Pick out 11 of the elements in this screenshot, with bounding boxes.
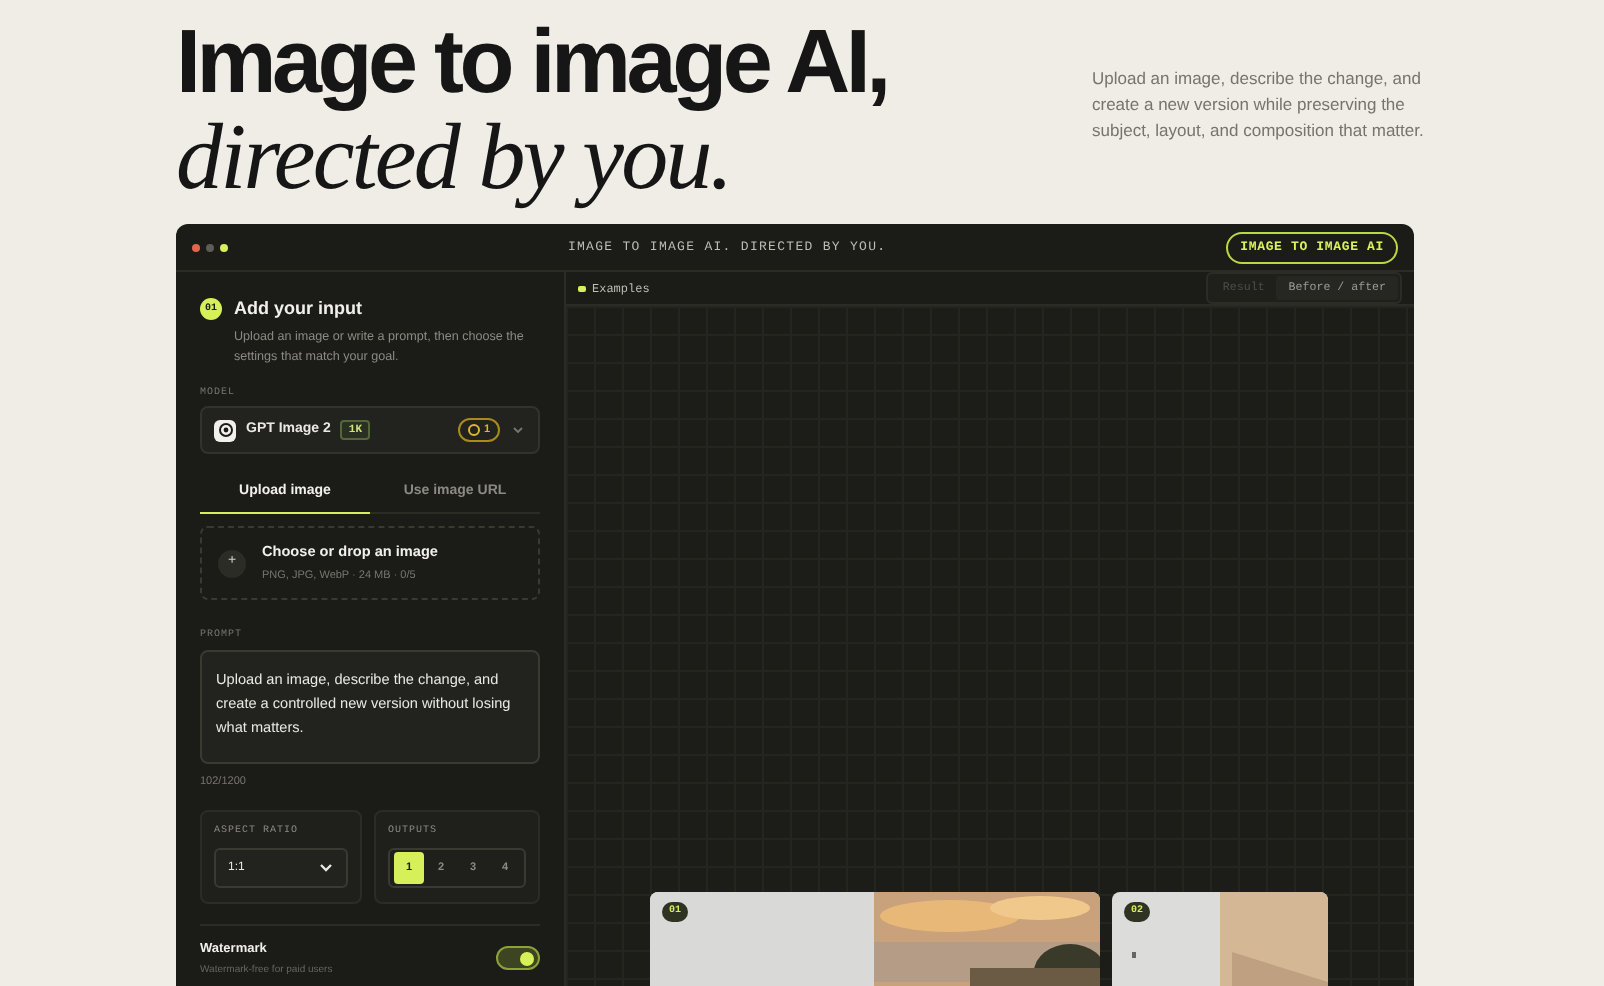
folder-icon bbox=[578, 285, 586, 291]
watermark-toggle[interactable] bbox=[496, 946, 540, 971]
hero-subtitle: directed by you. bbox=[176, 108, 731, 208]
hero-title: Image to image AI, bbox=[176, 16, 889, 108]
chevron-down-icon bbox=[510, 422, 526, 438]
model-logo-icon bbox=[214, 419, 236, 441]
coin-icon bbox=[467, 424, 480, 436]
hero-description: Upload an image, describe the change, and create a new version while preserving the subject, layout, and composition that matter. bbox=[1092, 66, 1426, 144]
chevron-down-icon bbox=[318, 860, 334, 877]
window-controls-icon bbox=[192, 243, 228, 251]
section-title: Add your input bbox=[234, 296, 362, 322]
